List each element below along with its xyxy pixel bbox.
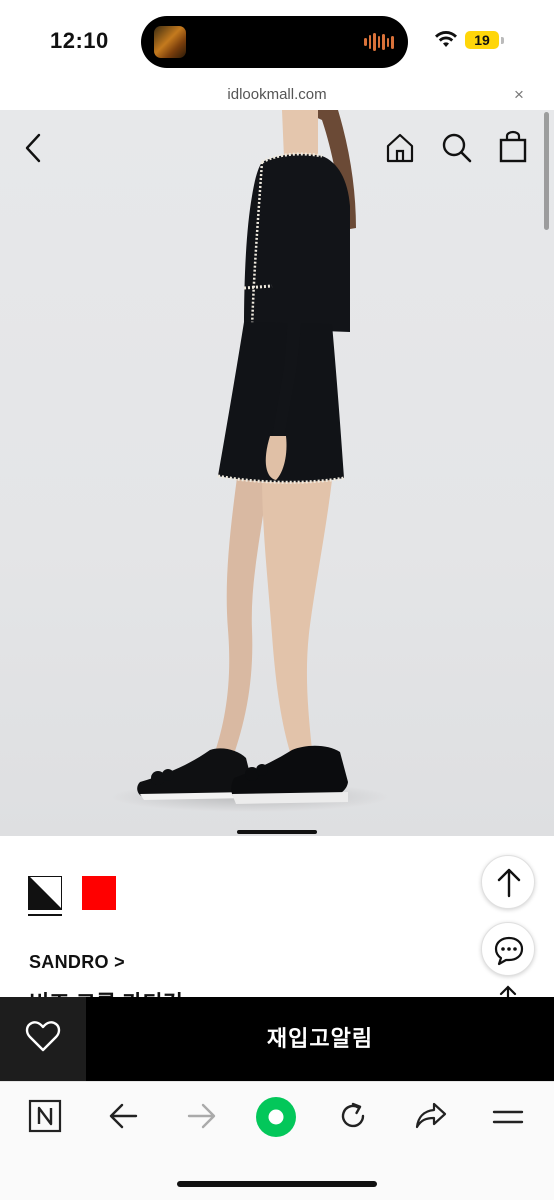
action-bar: 재입고알림: [0, 997, 554, 1081]
dynamic-island[interactable]: [141, 16, 408, 68]
product-title: 비즈 크롭 가디건: [29, 986, 183, 997]
naver-icon[interactable]: [28, 1099, 62, 1133]
now-playing-artwork: [154, 26, 186, 58]
browser-toolbar: [0, 1081, 554, 1200]
selected-swatch-underline: [28, 914, 62, 916]
product-photo: [137, 110, 356, 804]
page-scrollbar[interactable]: [544, 112, 549, 230]
wishlist-button[interactable]: [0, 997, 86, 1081]
carousel-indicator[interactable]: [237, 830, 317, 834]
product-image-carousel[interactable]: [0, 110, 554, 836]
forward-icon[interactable]: [185, 1101, 217, 1131]
product-info: SANDRO > 비즈 크롭 가디건: [0, 836, 554, 997]
share-icon[interactable]: [414, 1100, 448, 1132]
url-bar[interactable]: idlookmall.com ×: [0, 82, 554, 110]
color-swatch-black[interactable]: [28, 876, 62, 910]
scroll-top-icon: [497, 868, 521, 898]
status-time: 12:10: [50, 28, 109, 53]
back-arrow-icon[interactable]: [22, 132, 46, 164]
swatch-black-fill: [29, 877, 61, 909]
battery-tip: [501, 37, 504, 44]
url-text[interactable]: idlookmall.com: [0, 86, 554, 103]
chat-button[interactable]: [481, 922, 535, 976]
back-icon[interactable]: [108, 1101, 140, 1131]
battery-icon: 19: [465, 31, 499, 49]
home-icon[interactable]: [385, 132, 415, 164]
heart-icon: [25, 1021, 61, 1052]
close-icon[interactable]: ×: [514, 85, 524, 105]
status-bar: 12:10 19: [0, 0, 554, 82]
chat-bubble-icon: [494, 936, 524, 966]
color-swatch-red[interactable]: [82, 876, 116, 910]
restock-alert-button[interactable]: 재입고알림: [86, 997, 554, 1081]
menu-icon[interactable]: [491, 1104, 525, 1130]
search-icon[interactable]: [441, 132, 473, 164]
brand-link[interactable]: SANDRO >: [29, 952, 125, 973]
green-dot-icon[interactable]: [255, 1096, 297, 1138]
arrow-up-icon: [499, 985, 517, 997]
home-indicator: [177, 1181, 377, 1187]
scroll-top-button[interactable]: [481, 855, 535, 909]
shopping-bag-icon[interactable]: [497, 130, 529, 164]
audio-wave-icon: [364, 32, 395, 52]
wifi-icon: [435, 31, 457, 47]
refresh-icon[interactable]: [337, 1100, 369, 1132]
